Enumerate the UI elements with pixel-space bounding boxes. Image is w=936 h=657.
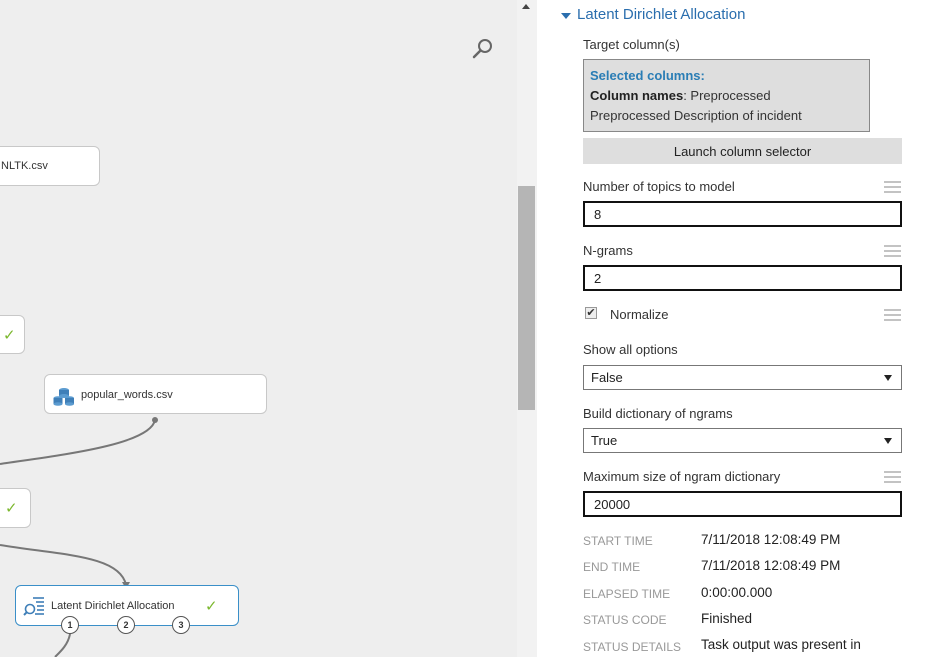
connector-lda-out	[54, 633, 71, 657]
parameter-menu-icon[interactable]	[884, 245, 901, 258]
ngrams-input[interactable]: 2	[583, 265, 902, 291]
panel-title: Latent Dirichlet Allocation	[577, 6, 746, 23]
normalize-label: Normalize	[610, 307, 669, 322]
parameter-menu-icon[interactable]	[884, 309, 901, 322]
build-dictionary-label: Build dictionary of ngrams	[583, 406, 733, 421]
selected-columns-heading: Selected columns:	[590, 68, 705, 83]
select-value: True	[591, 433, 618, 448]
dataset-icon	[53, 388, 74, 406]
show-all-options-select[interactable]: False	[583, 365, 902, 390]
meta-key-start-time: START TIME	[583, 534, 653, 548]
scroll-up-arrow-icon[interactable]	[522, 4, 530, 9]
meta-value-start-time: 7/11/2018 12:08:49 PM	[701, 532, 841, 547]
max-dict-size-label: Maximum size of ngram dictionary	[583, 469, 781, 484]
dataset-node-popular-words[interactable]: popular_words.csv	[44, 374, 267, 414]
experiment-canvas[interactable]: NLTK.csv ✓ popular_words.csv ✓ Latent Di…	[0, 0, 517, 657]
connector-popular-to-node	[0, 419, 156, 465]
module-node-partial[interactable]: ✓	[0, 488, 31, 528]
parameter-menu-icon[interactable]	[884, 181, 901, 194]
collapse-triangle-icon[interactable]	[561, 12, 571, 19]
module-node-partial[interactable]: ✓	[0, 315, 25, 354]
max-dict-size-input[interactable]: 20000	[583, 491, 902, 517]
ngrams-label: N-grams	[583, 243, 633, 258]
num-topics-label: Number of topics to model	[583, 179, 735, 194]
success-check-icon: ✓	[3, 327, 16, 344]
success-check-icon: ✓	[205, 598, 218, 615]
num-topics-input[interactable]: 8	[583, 201, 902, 227]
dropdown-arrow-icon	[884, 375, 892, 381]
meta-key-status-details: STATUS DETAILS	[583, 640, 682, 654]
select-value: False	[591, 370, 623, 385]
output-port-3[interactable]: 3	[172, 616, 190, 634]
meta-key-end-time: END TIME	[583, 560, 641, 574]
column-names-value-continued: Preprocessed Description of incident	[590, 108, 802, 123]
output-port-1[interactable]: 1	[61, 616, 79, 634]
column-names-line: Column names: Preprocessed	[590, 86, 863, 106]
success-check-icon: ✓	[5, 500, 18, 517]
meta-value-status-code: Finished	[701, 611, 753, 626]
canvas-scrollbar-thumb[interactable]	[518, 186, 535, 410]
connector-to-lda	[0, 544, 127, 586]
connector-port-dot	[152, 417, 158, 423]
column-names-key: Column names	[590, 88, 684, 103]
show-all-options-label: Show all options	[583, 342, 678, 357]
meta-key-elapsed-time: ELAPSED TIME	[583, 587, 671, 601]
connection-lines	[0, 417, 158, 657]
target-columns-label: Target column(s)	[583, 37, 680, 52]
output-port-2[interactable]: 2	[117, 616, 135, 634]
properties-panel: Latent Dirichlet Allocation Target colum…	[537, 0, 936, 657]
launch-column-selector-button[interactable]: Launch column selector	[583, 138, 902, 164]
meta-value-status-details: Task output was present in	[701, 637, 861, 652]
meta-value-elapsed-time: 0:00:00.000	[701, 585, 773, 600]
lda-module-icon	[23, 597, 44, 616]
selected-columns-box: Selected columns: Column names: Preproce…	[583, 59, 870, 132]
meta-key-status-code: STATUS CODE	[583, 613, 667, 627]
node-label: popular_words.csv	[81, 389, 173, 401]
parameter-menu-icon[interactable]	[884, 471, 901, 484]
build-dictionary-select[interactable]: True	[583, 428, 902, 453]
dropdown-arrow-icon	[884, 438, 892, 444]
dataset-node-nltk[interactable]: NLTK.csv	[0, 146, 100, 186]
column-names-value: : Preprocessed	[683, 88, 771, 103]
search-icon[interactable]	[470, 36, 496, 62]
meta-value-end-time: 7/11/2018 12:08:49 PM	[701, 558, 841, 573]
normalize-checkbox[interactable]: ✔	[585, 307, 597, 319]
node-label: Latent Dirichlet Allocation	[51, 600, 175, 612]
panel-header[interactable]: Latent Dirichlet Allocation	[561, 6, 745, 23]
node-label: NLTK.csv	[1, 160, 48, 172]
